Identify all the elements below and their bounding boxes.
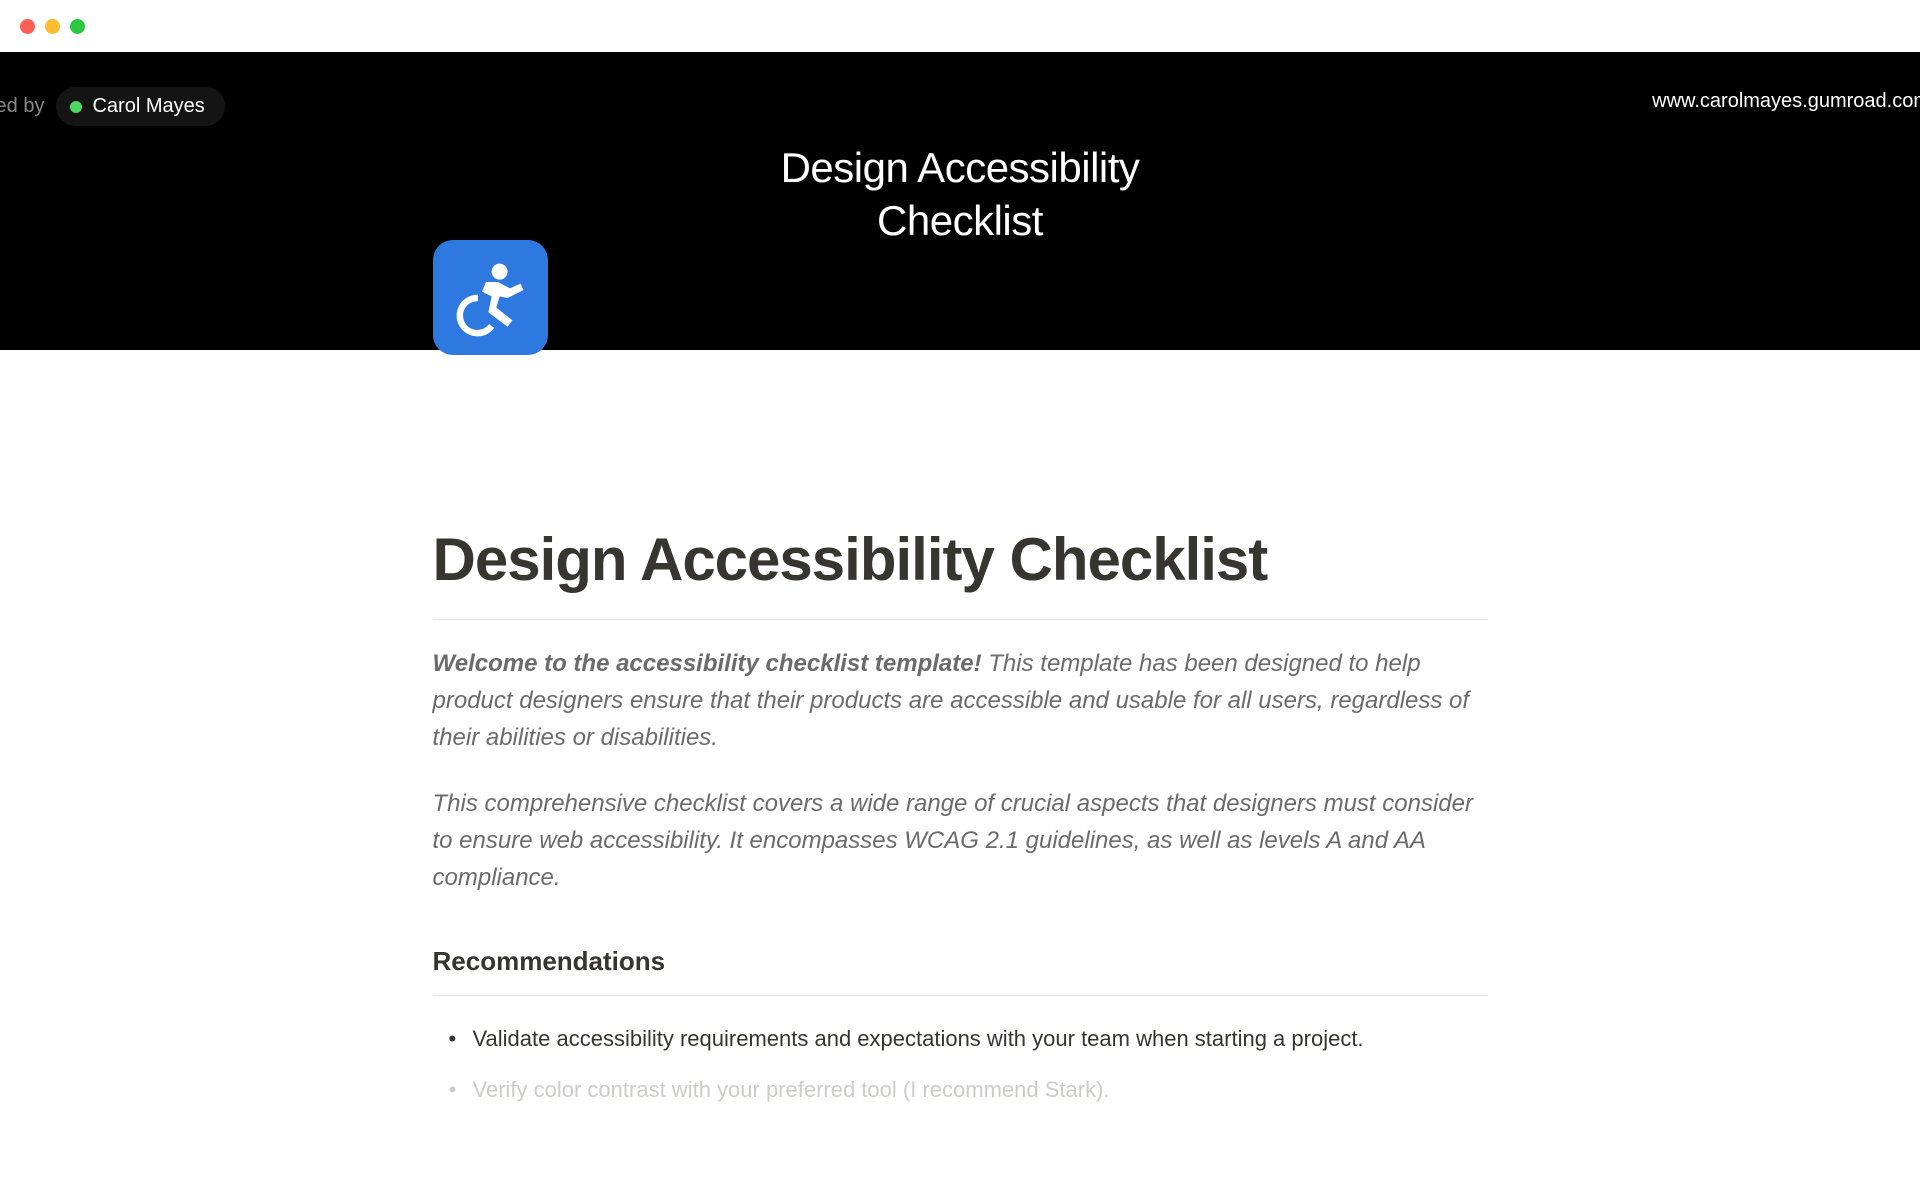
intro-paragraph-2: This comprehensive checklist covers a wi… — [433, 785, 1488, 897]
author-pill[interactable]: Carol Mayes — [56, 87, 224, 126]
intro-paragraph-1: Welcome to the accessibility checklist t… — [433, 645, 1488, 757]
content-wrapper: Design Accessibility Checklist Welcome t… — [433, 350, 1488, 1108]
intro-bold: Welcome to the accessibility checklist t… — [433, 650, 982, 677]
close-window-button[interactable] — [20, 19, 35, 34]
created-by-label: ted by — [0, 95, 44, 118]
hero-title: Design Accessibility Checklist — [781, 142, 1140, 247]
author-name: Carol Mayes — [92, 95, 204, 118]
minimize-window-button[interactable] — [45, 19, 60, 34]
divider — [433, 619, 1488, 620]
list-item: Validate accessibility requirements and … — [441, 1021, 1488, 1056]
hero-title-line1: Design Accessibility — [781, 142, 1140, 195]
author-status-dot — [70, 101, 82, 113]
maximize-window-button[interactable] — [70, 19, 85, 34]
hero-title-line2: Checklist — [781, 195, 1140, 248]
macos-titlebar — [0, 0, 1920, 52]
accessibility-icon[interactable] — [433, 240, 548, 355]
recommendations-heading: Recommendations — [433, 946, 1488, 977]
hero-banner: ted by Carol Mayes Design Accessibility … — [0, 52, 1920, 350]
created-by-container: ted by Carol Mayes — [0, 87, 225, 126]
hero-url[interactable]: www.carolmayes.gumroad.com — [1652, 90, 1920, 113]
page-title: Design Accessibility Checklist — [433, 525, 1488, 594]
list-item: Verify color contrast with your preferre… — [441, 1072, 1488, 1107]
divider-2 — [433, 995, 1488, 996]
recommendations-list: Validate accessibility requirements and … — [433, 1021, 1488, 1107]
